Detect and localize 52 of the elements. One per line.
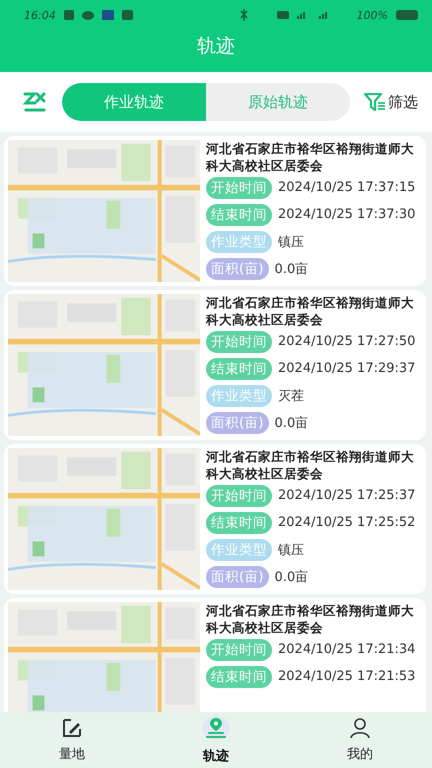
filter-icon[interactable] [364, 93, 386, 111]
field-value: 2024/10/25 17:25:37 [278, 488, 416, 503]
field-value: 镇压 [278, 234, 304, 250]
field-label: 开始时间 [206, 484, 272, 506]
field-value: 2024/10/25 17:25:52 [278, 515, 416, 530]
location-pin-icon [201, 715, 231, 741]
field-value: 2024/10/25 17:29:37 [278, 361, 416, 376]
field-label: 结束时间 [206, 512, 272, 534]
field-label: 面积(亩) [206, 566, 269, 588]
app-icon [122, 10, 133, 20]
field-label: 开始时间 [206, 638, 272, 660]
record-card[interactable]: 河北省石家庄市裕华区裕翔街道师大科大高校社区居委会 开始时间 2024/10/25 17:25:37 结束时间 2024/10/25 17:25:52 作业类型 镇压 面积(亩) 0.0亩 [4, 444, 426, 594]
filter-button[interactable]: 筛选 [388, 92, 418, 112]
address-text: 河北省石家庄市裕华区裕翔街道师大科大高校社区居委会 [206, 602, 415, 636]
nav-tab[interactable]: 量地 [0, 712, 144, 768]
field-value: 灭茬 [278, 388, 304, 404]
app-icon [102, 10, 114, 20]
field-label: 开始时间 [206, 330, 272, 352]
status-time: 16:04 [24, 8, 56, 22]
field-value: 2024/10/25 17:27:50 [278, 334, 416, 349]
field-label: 作业类型 [206, 384, 272, 406]
field-value: 镇压 [278, 542, 304, 558]
field-label: 作业类型 [206, 230, 272, 252]
field-label: 作业类型 [206, 538, 272, 560]
field-value: 2024/10/25 17:21:53 [278, 669, 416, 684]
nav-tab[interactable]: 轨迹 [144, 712, 288, 768]
field-value: 2024/10/25 17:21:34 [278, 642, 416, 657]
field-value: 0.0亩 [274, 568, 308, 586]
person-icon [349, 717, 371, 739]
address-text: 河北省石家庄市裕华区裕翔街道师大科大高校社区居委会 [206, 448, 415, 482]
page-title: 轨迹 [196, 34, 236, 59]
address-text: 河北省石家庄市裕华区裕翔街道师大科大高校社区居委会 [206, 140, 415, 174]
field-label: 面积(亩) [206, 258, 269, 280]
field-value: 2024/10/25 17:37:15 [278, 180, 416, 195]
record-card[interactable]: 河北省石家庄市裕华区裕翔街道师大科大高校社区居委会 开始时间 2024/10/25 17:21:34 结束时间 2024/10/25 17:21:53 [4, 598, 426, 712]
field-value: 2024/10/25 17:37:30 [278, 207, 416, 222]
record-card[interactable]: 河北省石家庄市裕华区裕翔街道师大科大高校社区居委会 开始时间 2024/10/25 17:27:50 结束时间 2024/10/25 17:29:37 作业类型 灭茬 面积(亩) 0.0亩 [4, 290, 426, 440]
notification-icon [64, 10, 74, 20]
field-value: 0.0亩 [274, 260, 308, 278]
field-label: 结束时间 [206, 666, 272, 688]
chat-icon [82, 10, 94, 20]
field-label: 结束时间 [206, 204, 272, 226]
address-text: 河北省石家庄市裕华区裕翔街道师大科大高校社区居委会 [206, 294, 415, 328]
record-card[interactable]: 河北省石家庄市裕华区裕翔街道师大科大高校社区居委会 开始时间 2024/10/25 17:37:15 结束时间 2024/10/25 17:37:30 作业类型 镇压 面积(亩) 0.0亩 [4, 136, 426, 286]
pencil-icon [61, 717, 83, 739]
nav-tab[interactable]: 我的 [288, 712, 432, 768]
field-value: 0.0亩 [274, 414, 308, 432]
field-label: 开始时间 [206, 176, 272, 198]
battery-level: 100% [356, 8, 388, 22]
field-label: 结束时间 [206, 358, 272, 380]
field-label: 面积(亩) [206, 412, 269, 434]
battery-icon [396, 10, 418, 20]
